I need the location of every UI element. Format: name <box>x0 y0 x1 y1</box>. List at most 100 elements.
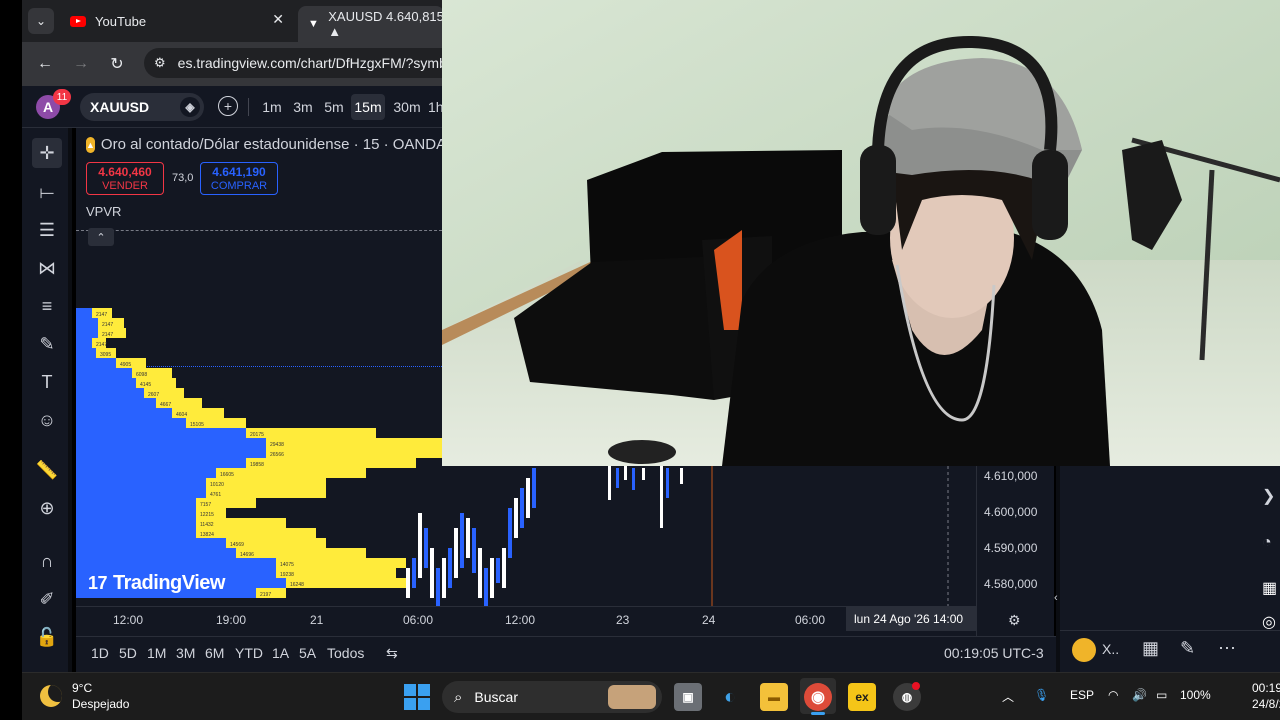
weather-temp: 9°C <box>72 681 93 695</box>
tab-tradingview[interactable]: ▼ XAUUSD 4.640,815 ▲ <box>298 6 444 42</box>
range-all[interactable]: Todos <box>327 645 364 661</box>
watch-symbol[interactable]: X.. <box>1102 641 1119 657</box>
battery-icon[interactable]: ▭ <box>1156 688 1167 702</box>
timeframe-1m[interactable]: 1m <box>258 94 286 120</box>
signal-icon[interactable]: ❯ <box>1262 486 1275 506</box>
vpvr-volume-label: 2147 <box>102 322 113 328</box>
vpvr-volume-label: 4145 <box>140 382 151 388</box>
candle <box>514 498 518 538</box>
help-icon[interactable]: ◎ <box>1262 612 1276 632</box>
vpvr-volume-label: 2147 <box>96 312 107 318</box>
vpvr-volume-label: 29438 <box>270 442 284 448</box>
vpvr-up-bar <box>76 388 144 398</box>
back-icon[interactable]: ← <box>33 52 57 76</box>
chevron-up-icon[interactable]: ︿ <box>1002 688 1014 705</box>
site-settings-icon[interactable]: ⚙ <box>154 55 166 71</box>
vpvr-up-bar <box>76 438 266 448</box>
notification-badge: 11 <box>53 89 71 105</box>
forward-icon[interactable]: → <box>69 52 93 76</box>
range-5d[interactable]: 5D <box>119 645 137 661</box>
magnet-icon[interactable]: ∩ <box>32 546 62 576</box>
collapse-panel-icon[interactable]: ‹ <box>1054 592 1060 612</box>
volume-icon[interactable]: 🔊 <box>1132 688 1147 702</box>
gear-icon[interactable]: ⚙ <box>1008 612 1021 629</box>
vpvr-up-bar <box>76 398 156 408</box>
mic-icon[interactable]: 🎙 <box>1034 688 1049 702</box>
range-5a[interactable]: 5A <box>299 645 316 661</box>
range-1a[interactable]: 1A <box>272 645 289 661</box>
vpvr-volume-label: 12215 <box>200 512 214 518</box>
task-view-icon[interactable]: ▣ <box>674 683 702 711</box>
timeframe-15m[interactable]: 15m <box>351 94 385 120</box>
gold-icon <box>1072 638 1096 662</box>
vpvr-down-bar <box>236 548 366 558</box>
windows-start-icon[interactable] <box>404 684 430 710</box>
vpvr-down-bar <box>276 558 406 568</box>
candle <box>436 568 440 606</box>
candle <box>666 468 669 498</box>
compare-symbol-button[interactable]: + <box>218 96 238 116</box>
brush-icon[interactable]: ✎ <box>32 329 62 359</box>
forecast-icon[interactable]: ≡ <box>32 291 62 321</box>
candle <box>520 488 524 528</box>
grid-icon[interactable]: ▦ <box>1142 638 1159 659</box>
tab-youtube[interactable]: YouTube ✕ <box>66 6 292 36</box>
goto-date-icon[interactable]: ⇆ <box>386 645 398 662</box>
timeframe-30m[interactable]: 30m <box>390 94 424 120</box>
chrome-icon[interactable]: ◉ <box>804 683 832 711</box>
tab-search-button[interactable]: ⌄ <box>28 8 54 34</box>
time-label: 12:00 <box>505 613 536 627</box>
active-indicator <box>811 712 825 715</box>
apps-icon[interactable]: ▦ <box>1262 578 1277 598</box>
range-1m[interactable]: 1M <box>147 645 166 661</box>
vpvr-up-bar <box>76 318 98 328</box>
emoji-icon[interactable]: ☺ <box>32 405 62 435</box>
wifi-icon[interactable]: ◠ <box>1108 688 1118 702</box>
vpvr-up-bar <box>76 538 226 548</box>
more-icon[interactable]: ⋯ <box>1218 638 1236 659</box>
system-clock[interactable]: 00:19 24/8/2026 <box>1252 680 1280 712</box>
range-1d[interactable]: 1D <box>91 645 109 661</box>
vpvr-down-bar <box>196 528 316 538</box>
address-bar[interactable]: ⚙ es.tradingview.com/chart/DfHzgxFM/?sym… <box>144 48 444 78</box>
exness-icon[interactable]: ex <box>848 683 876 711</box>
file-explorer-icon[interactable]: ▬ <box>760 683 788 711</box>
lock-drawing-icon[interactable]: ✐ <box>32 584 62 614</box>
weather-widget[interactable]: 9°C Despejado <box>40 680 129 712</box>
reload-icon[interactable]: ↻ <box>105 52 129 76</box>
timeframe-3m[interactable]: 3m <box>289 94 317 120</box>
trendline-icon[interactable]: ⟝ <box>32 177 62 207</box>
symbol-search-button[interactable]: XAUUSD ◈ <box>80 93 204 121</box>
language-indicator[interactable]: ESP <box>1070 688 1094 702</box>
candle <box>466 518 470 558</box>
timeframe-5m[interactable]: 5m <box>320 94 348 120</box>
range-6m[interactable]: 6M <box>205 645 224 661</box>
price-label: 4.580,000 <box>984 577 1038 591</box>
crosshair-icon[interactable]: ✛ <box>32 138 62 168</box>
vpvr-volume-label: 20175 <box>250 432 264 438</box>
chart-clock[interactable]: 00:19:05 UTC-3 <box>944 645 1044 661</box>
clock-time: 00:19 <box>1252 681 1280 695</box>
bell-icon[interactable]: ◔ <box>1262 534 1272 552</box>
vpvr-down-bar <box>216 468 366 478</box>
diamond-icon[interactable]: ◈ <box>180 97 200 117</box>
url-text: es.tradingview.com/chart/DfHzgxFM/?symb <box>177 55 444 71</box>
text-icon[interactable]: T <box>32 367 62 397</box>
vpvr-down-bar <box>206 488 326 498</box>
ruler-icon[interactable]: 📏 <box>32 455 62 485</box>
close-icon[interactable]: ✕ <box>272 11 284 28</box>
vpvr-volume-label: 14569 <box>230 542 244 548</box>
fib-icon[interactable]: ☰ <box>32 215 62 245</box>
edge-icon[interactable]: ◐ <box>716 683 744 711</box>
pattern-icon[interactable]: ⋈ <box>32 253 62 283</box>
range-ytd[interactable]: YTD <box>235 645 263 661</box>
zoom-icon[interactable]: ⊕ <box>32 493 62 523</box>
screen-left-edge <box>0 0 22 720</box>
time-cursor-label: lun 24 Ago '26 14:00 <box>846 607 976 631</box>
lock-icon[interactable]: 🔓 <box>32 622 62 652</box>
vpvr-up-bar <box>76 338 92 348</box>
timeframe-1h[interactable]: 1h <box>428 94 442 120</box>
taskbar-search[interactable]: ⌕ Buscar <box>442 681 662 713</box>
range-3m[interactable]: 3M <box>176 645 195 661</box>
edit-icon[interactable]: ✎ <box>1180 638 1195 659</box>
